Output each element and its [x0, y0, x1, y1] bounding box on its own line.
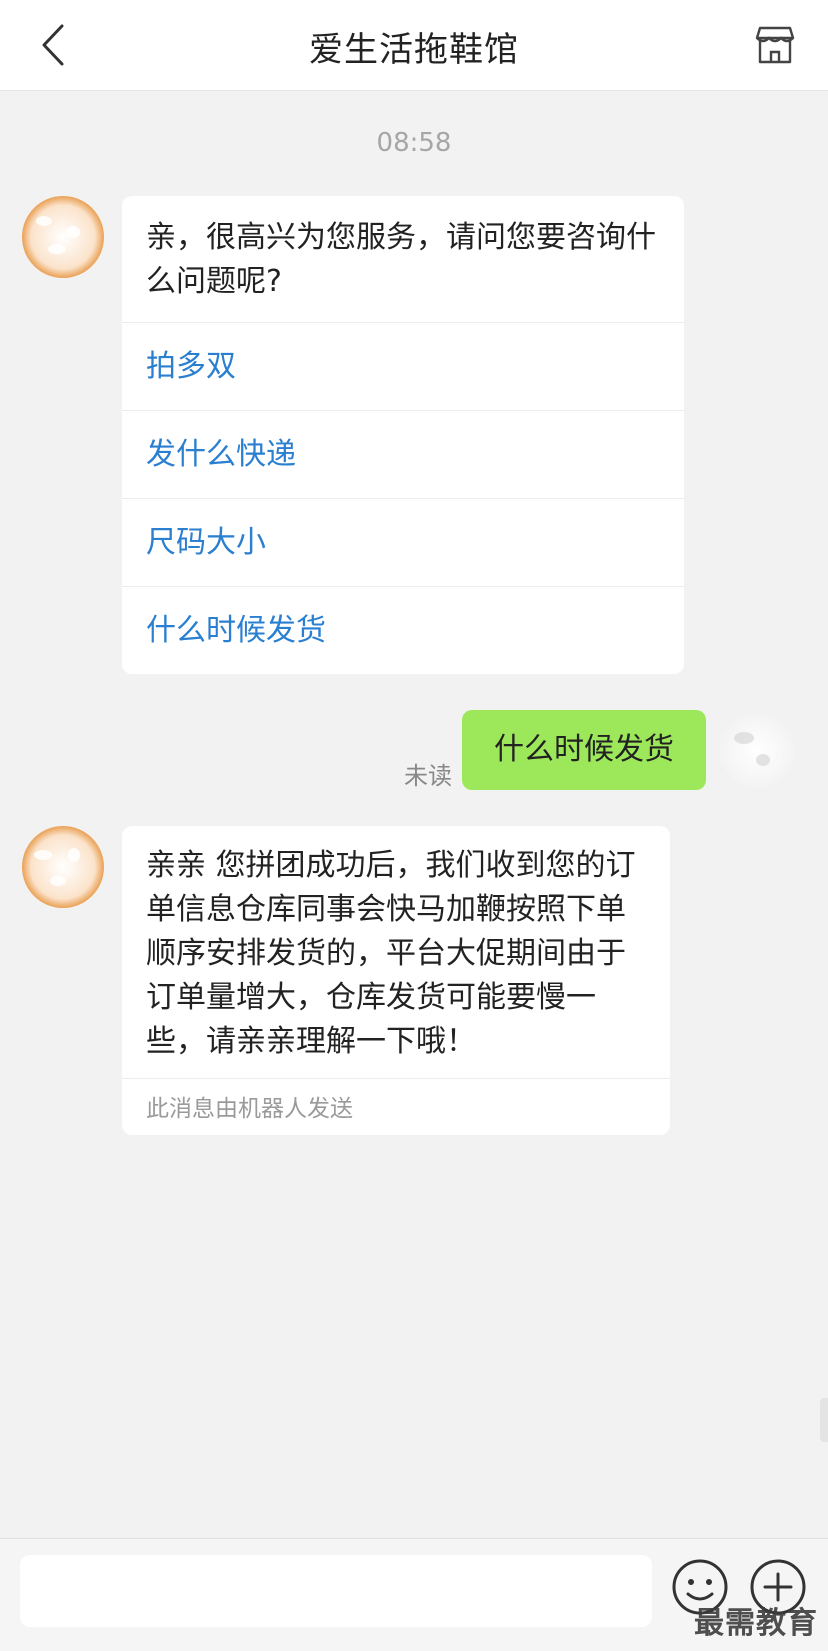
message-input[interactable]: [20, 1555, 652, 1627]
option-size[interactable]: 尺码大小: [122, 498, 684, 586]
shop-avatar[interactable]: [22, 196, 104, 278]
greeting-message: 亲，很高兴为您服务，请问您要咨询什么问题呢? 拍多双 发什么快递 尺码大小 什么…: [122, 196, 684, 674]
user-avatar[interactable]: [716, 710, 798, 792]
reply-message: 亲亲 您拼团成功后，我们收到您的订单信息仓库同事会快马加鞭按照下单顺序安排发货的…: [122, 826, 670, 1135]
robot-note: 此消息由机器人发送: [122, 1078, 670, 1135]
sent-message: 什么时候发货: [462, 710, 706, 790]
option-buy-multiple[interactable]: 拍多双: [122, 322, 684, 410]
shop-avatar[interactable]: [22, 826, 104, 908]
top-bar: 爱生活拖鞋馆: [0, 0, 828, 91]
watermark: 最需教育: [694, 1606, 818, 1641]
store-icon: [755, 26, 795, 64]
greeting-text: 亲，很高兴为您服务，请问您要咨询什么问题呢?: [146, 220, 656, 299]
message-timestamp: 08:58: [376, 128, 452, 158]
shop-button[interactable]: [750, 20, 800, 70]
unread-status: 未读: [404, 762, 452, 790]
page-title: 爱生活拖鞋馆: [309, 30, 519, 70]
option-courier[interactable]: 发什么快递: [122, 410, 684, 498]
option-ship-time[interactable]: 什么时候发货: [122, 586, 684, 674]
edge-handle[interactable]: [820, 1398, 828, 1442]
reply-text: 亲亲 您拼团成功后，我们收到您的订单信息仓库同事会快马加鞭按照下单顺序安排发货的…: [146, 848, 636, 1059]
